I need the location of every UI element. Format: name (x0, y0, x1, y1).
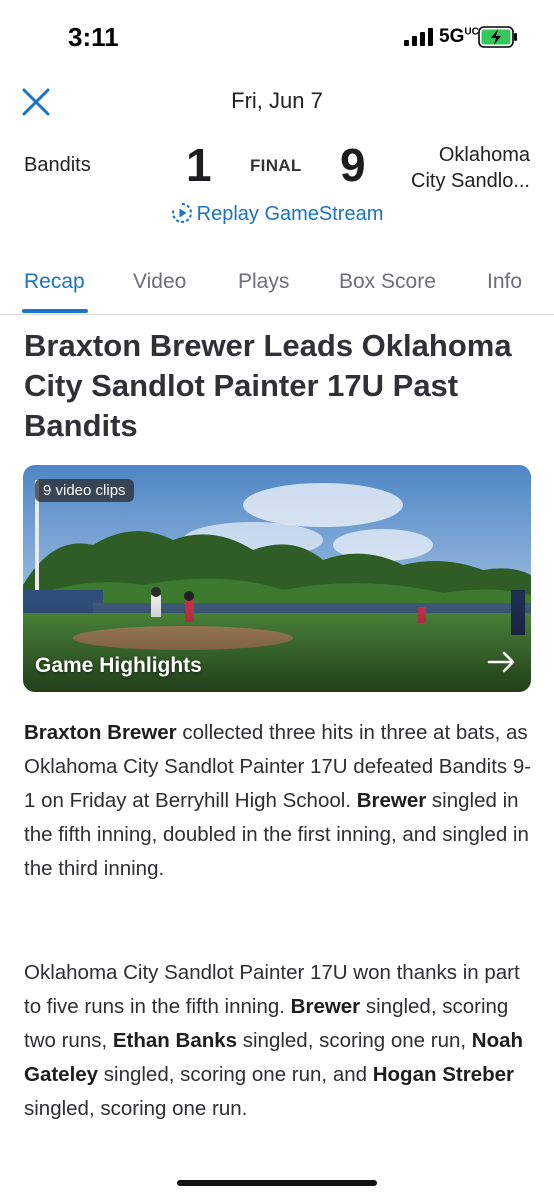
player-name: Ethan Banks (112, 1029, 238, 1052)
tab-video[interactable]: Video (133, 270, 186, 294)
video-clips-badge: 9 video clips (35, 479, 134, 502)
game-status: FINAL (250, 156, 302, 175)
battery-charging-icon (478, 26, 517, 48)
paragraph-text: singled, scoring one run. (24, 1097, 248, 1120)
paragraph-text: singled, scoring one run, (237, 1029, 472, 1052)
tab-bar: Recap Video Plays Box Score Info (0, 250, 554, 315)
player-name: Brewer (356, 789, 427, 812)
away-team-name[interactable]: Bandits (24, 154, 91, 177)
replay-icon (171, 203, 192, 223)
replay-gamestream-link[interactable]: Replay GameStream (0, 202, 554, 226)
status-time: 3:11 (68, 22, 119, 52)
article-paragraph-2: Oklahoma City Sandlot Painter 17U won th… (24, 956, 532, 1126)
network-label: 5GUC (439, 26, 479, 47)
player-name: Braxton Brewer (24, 721, 177, 744)
home-team-line1: Oklahoma (438, 144, 530, 166)
home-score: 9 (340, 139, 366, 191)
tab-plays[interactable]: Plays (238, 270, 289, 294)
home-team-name[interactable]: Oklahoma City Sandlo... (380, 142, 530, 194)
status-bar: 3:11 5GUC (0, 0, 554, 72)
article-paragraph-1: Braxton Brewer collected three hits in t… (24, 716, 532, 886)
video-label: Game Highlights (35, 654, 202, 677)
game-date: Fri, Jun 7 (231, 88, 323, 113)
tab-box-score[interactable]: Box Score (339, 270, 436, 294)
home-team-line2: City Sandlo... (411, 170, 530, 192)
replay-label: Replay GameStream (196, 203, 384, 225)
cellular-signal-icon (404, 28, 433, 46)
paragraph-text: singled, scoring one run, and (98, 1063, 373, 1086)
player-name: Hogan Streber (372, 1063, 514, 1086)
arrow-right-icon[interactable] (487, 650, 517, 674)
away-score: 1 (186, 139, 212, 191)
active-tab-indicator (22, 309, 88, 313)
game-highlights-video-card[interactable]: 9 video clips Game Highlights (23, 465, 531, 692)
tab-recap[interactable]: Recap (24, 270, 85, 294)
player-name: Brewer (290, 995, 361, 1018)
home-indicator[interactable] (177, 1180, 377, 1186)
tab-info[interactable]: Info (487, 270, 522, 294)
article-title: Braxton Brewer Leads Oklahoma City Sandl… (24, 328, 512, 443)
